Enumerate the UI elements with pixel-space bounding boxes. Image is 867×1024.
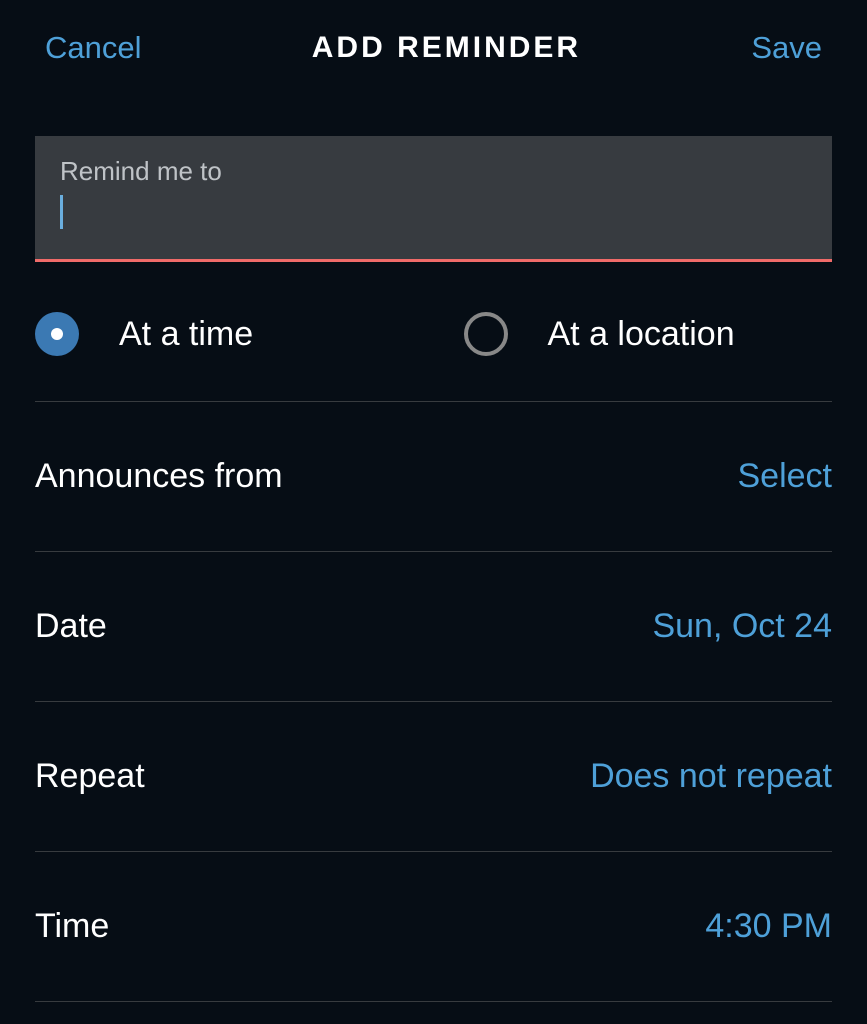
time-value: 4:30 PM: [705, 907, 832, 946]
radio-label-time: At a time: [119, 315, 253, 354]
trigger-at-time-option[interactable]: At a time: [35, 312, 404, 356]
trigger-at-location-option[interactable]: At a location: [464, 312, 833, 356]
cancel-button[interactable]: Cancel: [45, 30, 142, 66]
radio-selected-icon: [35, 312, 79, 356]
repeat-label: Repeat: [35, 757, 145, 796]
radio-label-location: At a location: [548, 315, 735, 354]
date-label: Date: [35, 607, 107, 646]
time-label: Time: [35, 907, 109, 946]
reminder-text-field[interactable]: Remind me to: [35, 136, 832, 262]
announces-from-row[interactable]: Announces from Select: [35, 402, 832, 552]
repeat-row[interactable]: Repeat Does not repeat: [35, 702, 832, 852]
save-button[interactable]: Save: [751, 30, 822, 66]
date-row[interactable]: Date Sun, Oct 24: [35, 552, 832, 702]
date-value: Sun, Oct 24: [652, 607, 832, 646]
reminder-input[interactable]: [60, 195, 807, 229]
announces-from-label: Announces from: [35, 457, 283, 496]
header: Cancel ADD REMINDER Save: [0, 0, 867, 96]
time-row[interactable]: Time 4:30 PM: [35, 852, 832, 1002]
announces-from-value: Select: [738, 457, 833, 496]
repeat-value: Does not repeat: [590, 757, 832, 796]
radio-unselected-icon: [464, 312, 508, 356]
reminder-input-label: Remind me to: [60, 156, 807, 187]
trigger-type-group: At a time At a location: [35, 312, 832, 402]
page-title: ADD REMINDER: [312, 31, 581, 65]
text-cursor-icon: [60, 195, 63, 229]
